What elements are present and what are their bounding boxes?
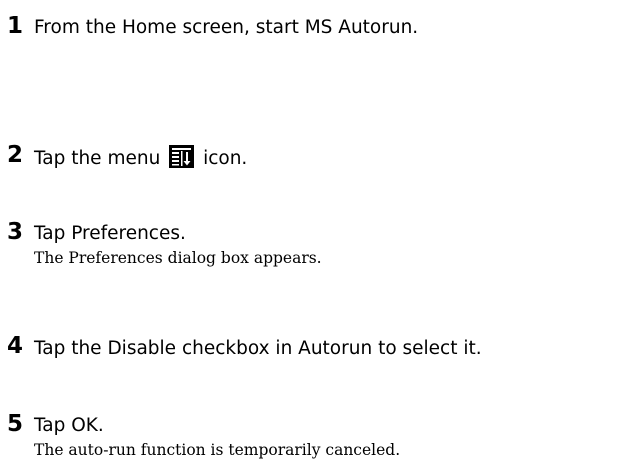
step-text: Tap the menu icon. (34, 145, 247, 172)
step-number: 4 (7, 333, 24, 359)
step-number: 3 (7, 219, 24, 245)
step-text: Tap OK. (34, 415, 104, 436)
step-text: Tap Preferences. (34, 223, 186, 244)
step-result: The Preferences dialog box appears. (34, 249, 322, 267)
step-number: 5 (7, 411, 24, 437)
step-text-after: icon. (203, 148, 248, 169)
step-text-before: Tap the menu (34, 148, 161, 169)
step-number: 2 (7, 142, 24, 168)
step-number: 1 (7, 13, 24, 39)
step-text: Tap the Disable checkbox in Autorun to s… (34, 338, 482, 359)
step-text: From the Home screen, start MS Autorun. (34, 17, 419, 38)
step-result: The auto-run function is temporarily can… (34, 441, 401, 459)
menu-icon (169, 145, 195, 168)
